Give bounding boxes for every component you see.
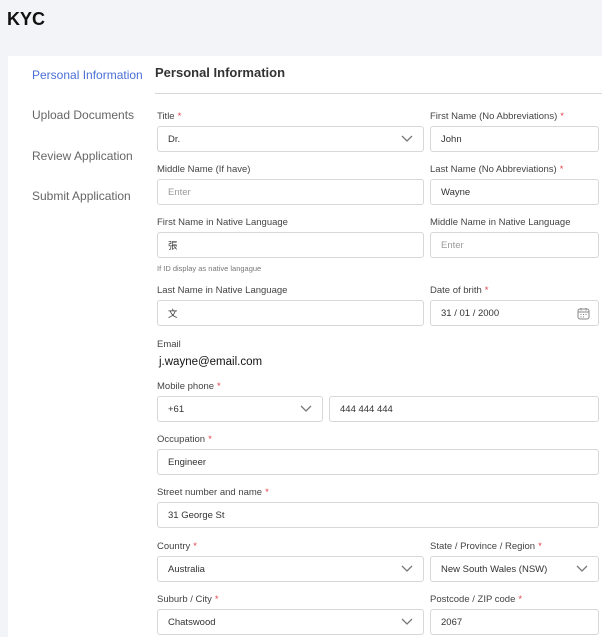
- occupation-field[interactable]: Engineer: [157, 449, 599, 475]
- title-label: Title *: [157, 111, 182, 122]
- last-name-native-label: Last Name in Native Language: [157, 285, 288, 296]
- country-code-select[interactable]: +61: [157, 396, 323, 422]
- step-submit-application[interactable]: Submit Application: [32, 189, 131, 203]
- first-name-field[interactable]: John: [430, 126, 599, 152]
- chevron-down-icon: [401, 135, 413, 143]
- country-label: Country *: [157, 541, 197, 552]
- middle-name-label: Middle Name (If have): [157, 164, 251, 175]
- email-label: Email: [157, 339, 181, 350]
- chevron-down-icon: [576, 565, 588, 573]
- step-upload-documents[interactable]: Upload Documents: [32, 108, 134, 122]
- title-select-value: Dr.: [168, 133, 181, 145]
- step-personal-information[interactable]: Personal Information: [32, 68, 143, 82]
- suburb-select-value: Chatswood: [168, 616, 216, 628]
- street-field[interactable]: 31 George St: [157, 502, 599, 528]
- section-divider: [155, 93, 602, 94]
- country-select[interactable]: Australia: [157, 556, 424, 582]
- country-select-value: Australia: [168, 563, 205, 575]
- native-language-hint: If ID display as native langague: [157, 264, 262, 273]
- first-name-native-label: First Name in Native Language: [157, 217, 288, 228]
- last-name-field[interactable]: Wayne: [430, 179, 599, 205]
- first-name-native-field[interactable]: 張: [157, 232, 424, 258]
- suburb-select[interactable]: Chatswood: [157, 609, 424, 635]
- state-select[interactable]: New South Wales (NSW): [430, 556, 599, 582]
- middle-name-native-label: Middle Name in Native Language: [430, 217, 571, 228]
- middle-name-native-field[interactable]: Enter: [430, 232, 599, 258]
- mobile-label: Mobile phone *: [157, 381, 221, 392]
- chevron-down-icon: [401, 618, 413, 626]
- step-review-application[interactable]: Review Application: [32, 149, 133, 163]
- suburb-label: Suburb / City *: [157, 594, 219, 605]
- chevron-down-icon: [300, 405, 312, 413]
- dob-field[interactable]: 31 / 01 / 2000: [430, 300, 599, 326]
- page-title: KYC: [7, 9, 46, 29]
- dob-label: Date of brith *: [430, 285, 489, 296]
- middle-name-field[interactable]: Enter: [157, 179, 424, 205]
- occupation-label: Occupation *: [157, 434, 212, 445]
- dob-value: 31 / 01 / 2000: [441, 307, 500, 319]
- calendar-icon[interactable]: [577, 307, 590, 320]
- title-select[interactable]: Dr.: [157, 126, 424, 152]
- kyc-card: Personal Information Upload Documents Re…: [8, 56, 602, 637]
- street-label: Street number and name *: [157, 487, 269, 498]
- last-name-native-field[interactable]: 文: [157, 300, 424, 326]
- chevron-down-icon: [401, 565, 413, 573]
- mobile-number-field[interactable]: 444 444 444: [329, 396, 599, 422]
- last-name-label: Last Name (No Abbreviations) *: [430, 164, 564, 175]
- country-code-value: +61: [168, 403, 185, 415]
- state-select-value: New South Wales (NSW): [441, 563, 548, 575]
- postcode-label: Postcode / ZIP code *: [430, 594, 523, 605]
- section-title: Personal Information: [155, 65, 286, 80]
- email-value: j.wayne@email.com: [159, 356, 263, 368]
- state-label: State / Province / Region *: [430, 541, 542, 552]
- first-name-label: First Name (No Abbreviations) *: [430, 111, 564, 122]
- postcode-field[interactable]: 2067: [430, 609, 599, 635]
